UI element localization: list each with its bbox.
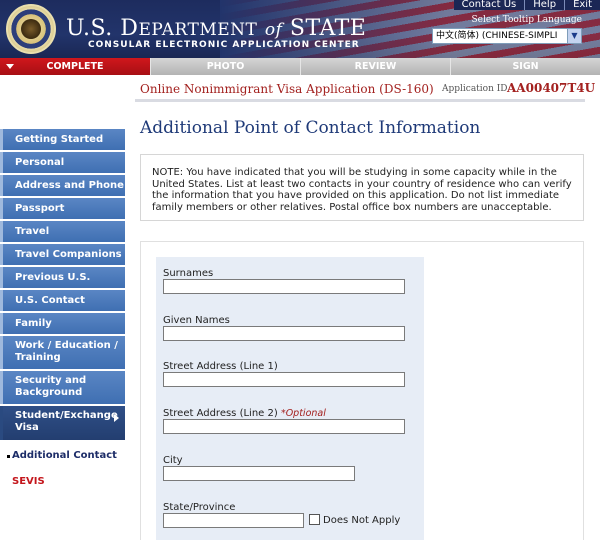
sidebar-item-label: Student/Exchange Visa (15, 410, 118, 433)
given-names-input[interactable] (163, 326, 405, 341)
application-title-row: Online Nonimmigrant Visa Application (DS… (135, 78, 595, 102)
chevron-right-icon (114, 414, 119, 422)
step-complete[interactable]: COMPLETE (0, 58, 150, 75)
does-not-apply-label: Does Not Apply (323, 515, 401, 526)
utility-links: Contact Us Help Exit (453, 0, 600, 10)
contact-form-panel: Surnames Given Names Street Address (Lin… (156, 257, 424, 540)
sidebar-item-work-education[interactable]: Work / Education / Training (0, 336, 125, 369)
application-id-value: AA00407T4U (507, 81, 596, 95)
exit-link[interactable]: Exit (564, 0, 600, 10)
sidebar-item-personal[interactable]: Personal (0, 152, 125, 173)
sidebar-item-travel-companions[interactable]: Travel Companions (0, 244, 125, 265)
note-box: NOTE: You have indicated that you will b… (140, 154, 584, 221)
step-review[interactable]: REVIEW (300, 58, 450, 75)
help-link[interactable]: Help (524, 0, 564, 10)
page-title: Additional Point of Contact Information (140, 118, 481, 138)
step-sign[interactable]: SIGN (450, 58, 600, 75)
city-input[interactable] (163, 466, 355, 481)
contact-us-link[interactable]: Contact Us (454, 0, 525, 10)
state-province-input[interactable] (163, 513, 304, 528)
progress-step-bar: COMPLETE PHOTO REVIEW SIGN (0, 58, 600, 75)
state-does-not-apply-checkbox[interactable] (309, 514, 320, 525)
section-sidebar: Getting Started Personal Address and Pho… (0, 129, 125, 488)
sidebar-item-us-contact[interactable]: U.S. Contact (0, 290, 125, 311)
surnames-input[interactable] (163, 279, 405, 294)
street-address-1-label: Street Address (Line 1) (163, 361, 278, 372)
tooltip-language-label: Select Tooltip Language (471, 15, 582, 25)
note-text: NOTE: You have indicated that you will b… (152, 167, 572, 213)
state-province-label: State/Province (163, 502, 236, 513)
optional-indicator: *Optional (280, 408, 326, 419)
department-seal-logo (6, 4, 56, 54)
chevron-down-icon[interactable]: ▼ (567, 29, 581, 43)
surnames-label: Surnames (163, 268, 214, 279)
sidebar-item-security-background[interactable]: Security and Background (0, 371, 125, 404)
sidebar-subitem-additional-contact[interactable]: Additional Contact (0, 450, 125, 462)
city-label: City (163, 455, 183, 466)
sidebar-item-previous-us-travel[interactable]: Previous U.S. Travel (0, 267, 125, 304)
application-name: Online Nonimmigrant Visa Application (DS… (140, 82, 434, 96)
site-header: U.S. DEPARTMENT of STATE CONSULAR ELECTR… (0, 0, 600, 58)
given-names-label: Given Names (163, 315, 230, 326)
street-address-2-input[interactable] (163, 419, 405, 434)
sidebar-item-passport[interactable]: Passport (0, 198, 125, 219)
department-subtitle: CONSULAR ELECTRONIC APPLICATION CENTER (88, 40, 360, 50)
street-address-1-input[interactable] (163, 372, 405, 387)
sidebar-item-getting-started[interactable]: Getting Started (0, 129, 125, 150)
sidebar-subitem-sevis[interactable]: SEVIS (0, 476, 125, 488)
form-container: Surnames Given Names Street Address (Lin… (140, 241, 584, 540)
application-id-label: Application ID (442, 84, 508, 94)
tooltip-language-select[interactable]: 中文(简体) (CHINESE-SIMPLI ▼ (432, 28, 582, 44)
language-selected-value: 中文(简体) (CHINESE-SIMPLI (436, 31, 558, 41)
sidebar-item-family[interactable]: Family (0, 313, 125, 334)
sidebar-item-travel[interactable]: Travel (0, 221, 125, 242)
step-photo[interactable]: PHOTO (150, 58, 300, 75)
sidebar-item-address-phone[interactable]: Address and Phone (0, 175, 125, 196)
department-title: U.S. DEPARTMENT of STATE (66, 16, 367, 41)
sidebar-item-student-exchange-visa[interactable]: Student/Exchange Visa (0, 406, 125, 440)
street-address-2-label: Street Address (Line 2) *Optional (163, 408, 326, 419)
